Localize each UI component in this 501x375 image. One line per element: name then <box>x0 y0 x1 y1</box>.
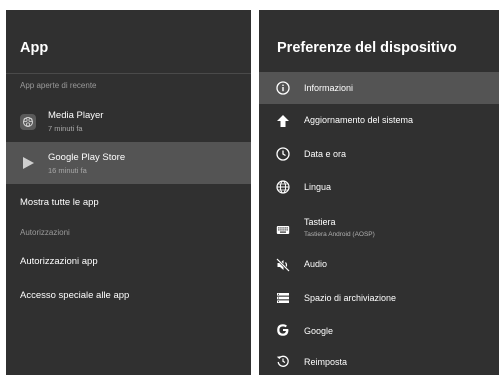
media-player-icon <box>20 114 36 130</box>
apps-panel: App App aperte di recente Media Player 7… <box>6 10 251 375</box>
device-preferences-panel: Preferenze del dispositivo Informazioni … <box>259 10 499 375</box>
device-preferences-title: Preferenze del dispositivo <box>277 40 457 56</box>
recent-apps-section-label: App aperte di recente <box>20 81 97 90</box>
google-play-store-time: 16 minuti fa <box>48 166 87 175</box>
clock-icon <box>276 147 290 161</box>
google-play-store-name: Google Play Store <box>48 152 126 163</box>
menu-item-aggiornamento[interactable]: Aggiornamento del sistema <box>259 104 499 136</box>
reset-icon <box>276 354 290 368</box>
menu-item-tastiera[interactable]: Tastiera Tastiera Android (AOSP) <box>259 211 499 249</box>
menu-label-spazio-archiviazione: Spazio di archiviazione <box>304 293 397 303</box>
menu-item-reimposta[interactable]: Reimposta <box>259 346 499 375</box>
menu-label-lingua: Lingua <box>304 182 332 192</box>
storage-icon <box>276 291 290 305</box>
menu-label-data-ora: Data e ora <box>304 149 347 159</box>
menu-label-reimposta: Reimposta <box>304 357 348 367</box>
play-store-icon <box>20 155 36 171</box>
menu-sublabel-tastiera: Tastiera Android (AOSP) <box>304 231 375 238</box>
speaker-muted-icon <box>276 258 290 272</box>
recent-app-google-play-store[interactable]: Google Play Store 16 minuti fa <box>6 142 251 184</box>
media-player-name: Media Player <box>48 110 104 121</box>
menu-label-google: Google <box>304 326 334 336</box>
media-player-time: 7 minuti fa <box>48 124 83 133</box>
menu-item-lingua[interactable]: Lingua <box>259 170 499 202</box>
menu-item-informazioni[interactable]: Informazioni <box>259 72 499 104</box>
menu-label-informazioni: Informazioni <box>304 83 354 93</box>
show-all-apps-link[interactable]: Mostra tutte le app <box>20 197 99 208</box>
menu-label-tastiera: Tastiera <box>304 217 336 227</box>
menu-label-audio: Audio <box>304 259 328 269</box>
globe-icon <box>276 180 290 194</box>
menu-item-google[interactable]: Google <box>259 313 499 345</box>
app-permissions-link[interactable]: Autorizzazioni app <box>20 256 98 267</box>
apps-title: App <box>20 40 49 56</box>
menu-item-spazio-archiviazione[interactable]: Spazio di archiviazione <box>259 281 499 313</box>
menu-label-aggiornamento: Aggiornamento del sistema <box>304 115 414 125</box>
apps-header-divider <box>6 73 251 74</box>
info-icon <box>276 81 290 95</box>
permissions-section-label: Autorizzazioni <box>20 228 70 237</box>
recent-app-media-player[interactable]: Media Player 7 minuti fa <box>6 102 251 142</box>
menu-item-data-ora[interactable]: Data e ora <box>259 138 499 170</box>
special-app-access-link[interactable]: Accesso speciale alle app <box>20 290 129 301</box>
google-icon <box>276 323 290 337</box>
arrow-up-icon <box>276 114 290 128</box>
keyboard-icon <box>276 223 290 237</box>
menu-item-audio[interactable]: Audio <box>259 248 499 280</box>
